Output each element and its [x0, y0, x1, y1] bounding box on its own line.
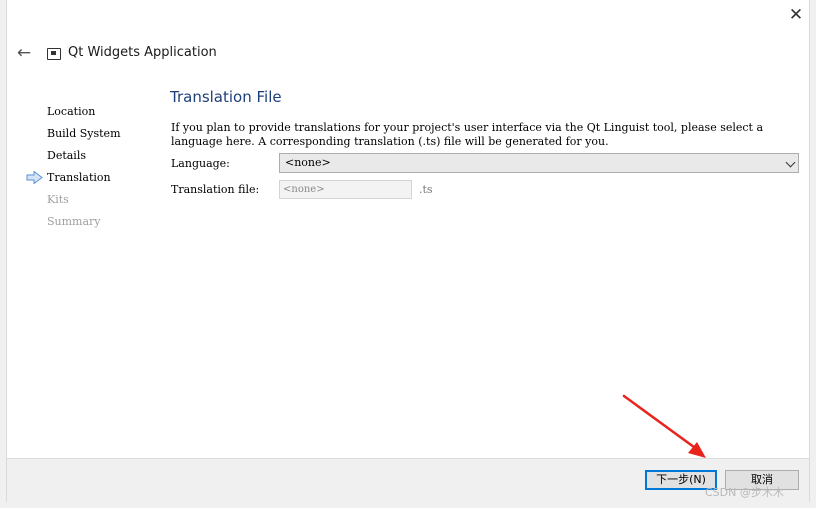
translation-file-label: Translation file: — [171, 183, 260, 196]
step-build-system[interactable]: Build System — [47, 126, 121, 148]
chevron-down-icon — [785, 157, 796, 168]
wizard-footer: 下一步(N) 取消 — [7, 458, 809, 503]
watermark: CSDN @步木木 — [705, 486, 784, 499]
step-summary: Summary — [47, 215, 101, 228]
translation-file-input: <none> — [279, 180, 412, 199]
wizard-dialog: ✕ ← Qt Widgets Application Location Buil… — [6, 0, 810, 503]
step-translation[interactable]: Translation — [47, 170, 121, 192]
close-icon[interactable]: ✕ — [785, 4, 807, 26]
wizard-steps: Location Build System Details Translatio… — [47, 104, 121, 236]
step-location[interactable]: Location — [47, 104, 121, 126]
wizard-window-icon — [47, 48, 61, 60]
language-value: <none> — [285, 156, 331, 169]
language-combobox[interactable]: <none> — [279, 153, 799, 173]
current-step-arrow-icon — [26, 171, 43, 184]
language-label: Language: — [171, 157, 230, 170]
back-arrow-icon[interactable]: ← — [13, 42, 35, 64]
page-title: Translation File — [170, 88, 282, 106]
translation-file-suffix: .ts — [419, 183, 433, 196]
page-description: If you plan to provide translations for … — [171, 121, 764, 148]
step-kits: Kits — [47, 193, 69, 206]
step-details[interactable]: Details — [47, 148, 121, 170]
wizard-title: Qt Widgets Application — [68, 45, 217, 60]
